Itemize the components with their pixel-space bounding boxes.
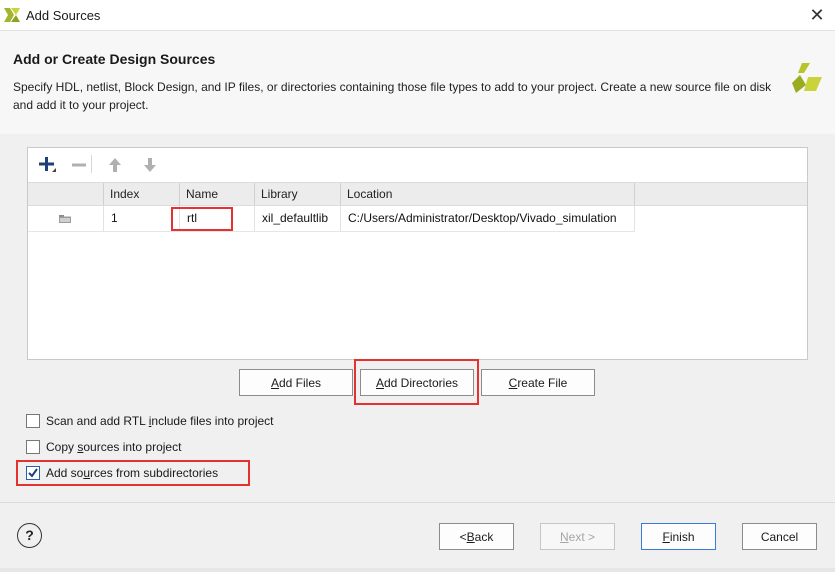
sources-table-panel: Index Name Library Location 1 rtl xil_de…	[27, 147, 808, 360]
next-label: ext >	[568, 529, 596, 544]
copy-sources-checkbox[interactable]	[26, 440, 40, 454]
close-icon[interactable]: ✕	[807, 5, 827, 25]
next-mnemonic: N	[559, 529, 569, 544]
move-down-icon[interactable]	[139, 154, 161, 176]
table-row[interactable]: 1 rtl xil_defaultlib C:/Users/Administra…	[28, 206, 635, 232]
help-icon[interactable]: ?	[17, 523, 42, 548]
vivado-app-icon	[4, 8, 20, 22]
create-file-button[interactable]: Create File	[481, 369, 595, 396]
column-header-location[interactable]: Location	[340, 183, 635, 205]
back-mnemonic: B	[466, 529, 475, 544]
add-subdirs-option[interactable]: Add sources from subdirectories	[26, 465, 218, 481]
table-toolbar	[28, 148, 807, 180]
table-header: Index Name Library Location	[28, 182, 807, 206]
add-files-label: dd Files	[278, 375, 322, 390]
xilinx-logo-icon	[792, 63, 822, 93]
add-files-button[interactable]: Add Files	[239, 369, 353, 396]
window-title: Add Sources	[26, 8, 101, 23]
window-bottom-edge	[0, 568, 835, 572]
cell-location: C:/Users/Administrator/Desktop/Vivado_si…	[340, 206, 635, 231]
remove-icon[interactable]	[68, 154, 90, 176]
add-directories-mnemonic: A	[375, 375, 384, 390]
back-button[interactable]: < Back	[439, 523, 514, 550]
finish-mnemonic: F	[662, 529, 670, 544]
column-header-library[interactable]: Library	[254, 183, 340, 205]
cell-name: rtl	[179, 206, 254, 231]
back-label-pre: <	[459, 529, 467, 544]
add-subdirs-checkbox[interactable]	[26, 466, 40, 480]
cell-index: 1	[103, 206, 179, 231]
move-up-icon[interactable]	[104, 154, 126, 176]
next-button[interactable]: Next >	[540, 523, 615, 550]
checkmark-icon	[28, 468, 38, 478]
create-file-mnemonic: C	[508, 375, 518, 390]
folder-icon	[59, 215, 71, 223]
footer-divider	[0, 502, 835, 503]
page-title: Add or Create Design Sources	[13, 51, 216, 67]
scan-rtl-option[interactable]: Scan and add RTL include files into proj…	[26, 413, 274, 429]
column-header-name[interactable]: Name	[179, 183, 254, 205]
copy-sources-label: Copy sources into project	[46, 440, 182, 454]
add-directories-label: dd Directories	[383, 375, 459, 390]
add-directories-button[interactable]: Add Directories	[360, 369, 474, 396]
column-header-index[interactable]: Index	[103, 183, 179, 205]
add-icon[interactable]	[36, 154, 58, 176]
scan-rtl-checkbox[interactable]	[26, 414, 40, 428]
toolbar-divider	[91, 155, 92, 173]
back-label: ack	[474, 529, 494, 544]
add-files-mnemonic: A	[270, 375, 279, 390]
add-subdirs-label: Add sources from subdirectories	[46, 466, 219, 480]
finish-button[interactable]: Finish	[641, 523, 716, 550]
title-bar: Add Sources ✕	[0, 0, 835, 31]
cancel-button[interactable]: Cancel	[742, 523, 817, 550]
cell-library: xil_defaultlib	[254, 206, 340, 231]
wizard-header: Add or Create Design Sources Specify HDL…	[0, 31, 835, 134]
page-description: Specify HDL, netlist, Block Design, and …	[13, 80, 772, 112]
scan-rtl-label: Scan and add RTL include files into proj…	[46, 414, 274, 428]
copy-sources-option[interactable]: Copy sources into project	[26, 439, 181, 455]
create-file-label: reate File	[517, 375, 568, 390]
finish-label: inish	[669, 529, 695, 544]
